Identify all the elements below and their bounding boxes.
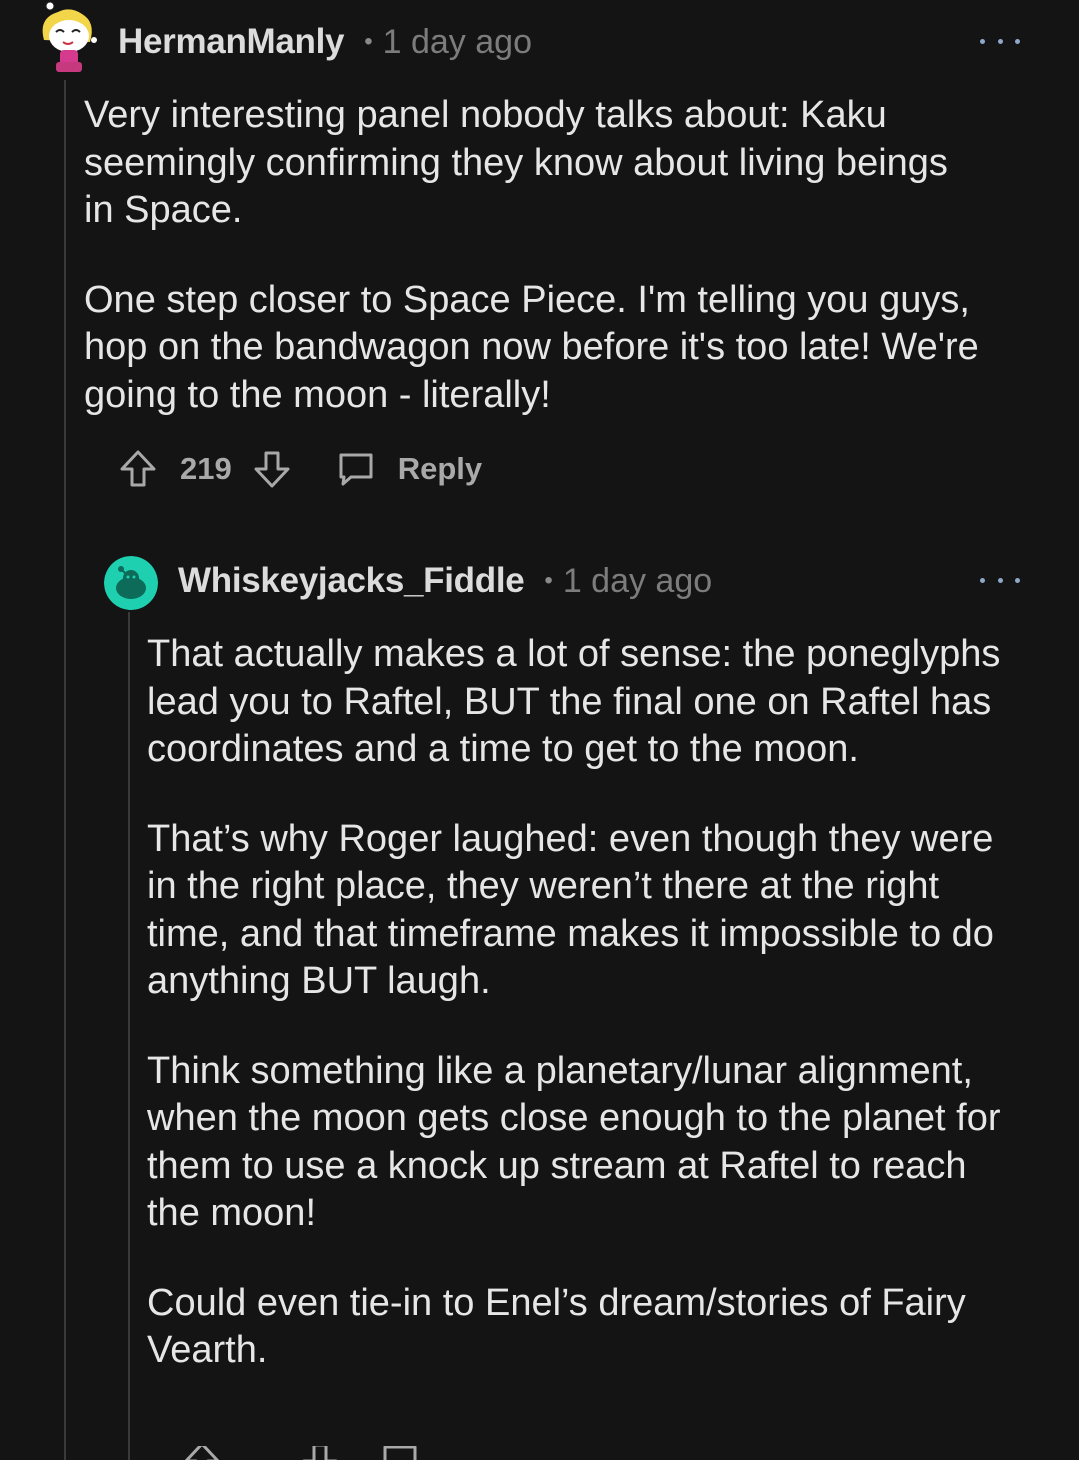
- comment-paragraph: That’s why Roger laughed: even though th…: [147, 817, 994, 1003]
- reply-button[interactable]: Reply: [336, 450, 482, 488]
- comment-paragraph: That actually makes a lot of sense: the …: [147, 633, 1001, 770]
- thread-line-child[interactable]: [128, 612, 130, 1460]
- arrow-up-outline-icon: [184, 1446, 220, 1460]
- comment-actions: 219 Reply: [118, 446, 482, 492]
- separator-dot: •: [364, 28, 373, 55]
- more-options-button[interactable]: [980, 570, 1020, 590]
- username[interactable]: HermanManly: [118, 22, 345, 62]
- more-options-button[interactable]: [980, 31, 1020, 51]
- upvote-button[interactable]: [182, 1446, 222, 1460]
- arrow-down-outline-icon: [254, 451, 290, 488]
- comment-header: HermanManly • 1 day ago: [118, 12, 532, 72]
- three-dots-icon: [980, 577, 985, 583]
- username[interactable]: Whiskeyjacks_Fiddle: [178, 561, 525, 601]
- arrow-up-outline-icon: [120, 450, 156, 487]
- downvote-button[interactable]: [252, 449, 292, 489]
- speech-bubble-icon: [383, 1446, 417, 1460]
- snoo-avatar-icon: [104, 556, 158, 610]
- downvote-button[interactable]: [300, 1446, 340, 1460]
- snoo-avatar-icon: [42, 1, 97, 72]
- separator-dot: •: [544, 567, 553, 594]
- comment-header: Whiskeyjacks_Fiddle • 1 day ago: [178, 551, 712, 611]
- comment-paragraph: One step closer to Space Piece. I'm tell…: [84, 278, 979, 416]
- timestamp: 1 day ago: [562, 561, 713, 600]
- speech-bubble-icon: [339, 453, 373, 486]
- comment-body: Very interesting panel nobody talks abou…: [84, 92, 984, 419]
- comment-paragraph: Think something like a planetary/lunar a…: [147, 1049, 1001, 1235]
- timestamp: 1 day ago: [382, 22, 532, 61]
- thread-line-parent[interactable]: [64, 80, 66, 1460]
- comment-actions: [182, 1446, 420, 1460]
- vote-count: 219: [180, 451, 232, 486]
- comment-paragraph: Very interesting panel nobody talks abou…: [84, 94, 948, 231]
- avatar[interactable]: [36, 0, 100, 72]
- three-dots-icon: [980, 38, 985, 44]
- reply-button[interactable]: [380, 1446, 420, 1460]
- upvote-button[interactable]: [118, 449, 158, 489]
- avatar[interactable]: [104, 556, 158, 610]
- arrow-down-outline-icon: [302, 1446, 338, 1460]
- comment-paragraph: Could even tie-in to Enel’s dream/storie…: [147, 1281, 966, 1372]
- comment-body: That actually makes a lot of sense: the …: [147, 631, 1007, 1375]
- reply-label: Reply: [397, 451, 483, 486]
